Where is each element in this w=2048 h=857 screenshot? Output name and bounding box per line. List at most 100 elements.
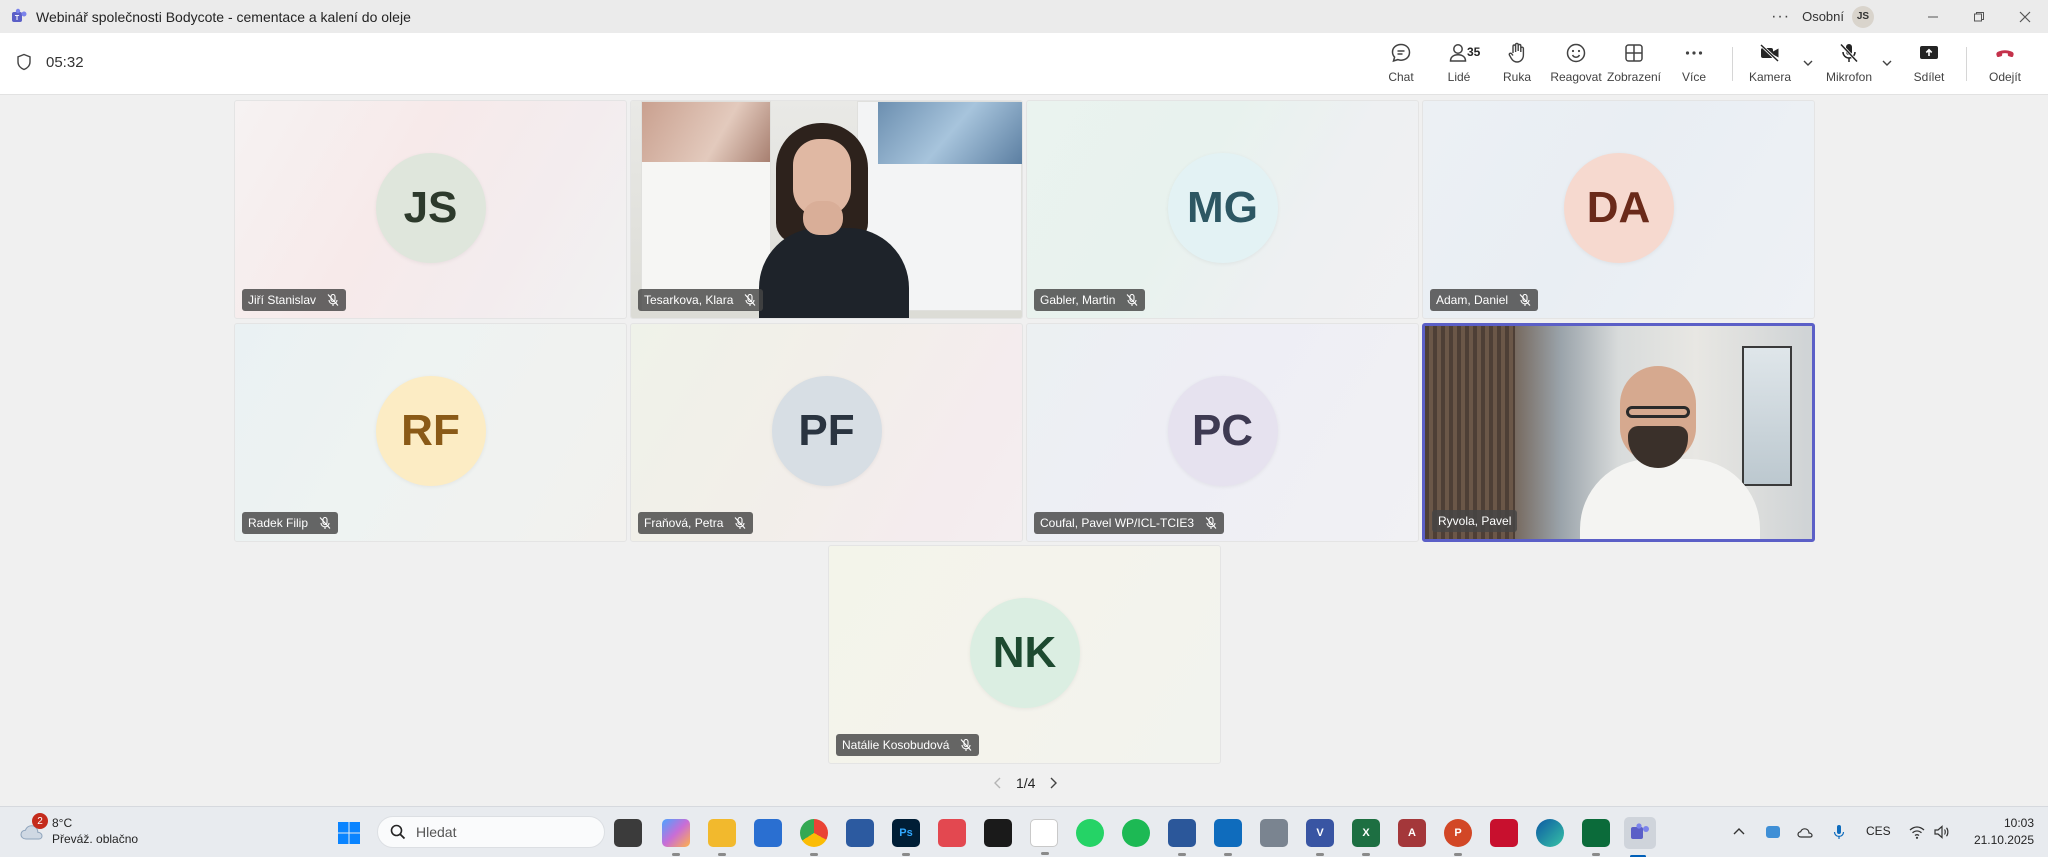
participant-name-tag: Fraňová, Petra (638, 512, 754, 534)
windows-taskbar: 2 8°C Převáž. oblačno Ps V X A P CES (0, 806, 2048, 857)
excel-icon[interactable]: X (1352, 819, 1380, 856)
camera-off-icon (1759, 43, 1780, 63)
microphone-button[interactable]: Mikrofon (1820, 41, 1878, 89)
participant-avatar: PC (1167, 375, 1278, 486)
chrome-icon[interactable] (800, 819, 828, 856)
participant-tile[interactable]: DA Adam, Daniel (1422, 100, 1815, 319)
participant-name-tag: Ryvola, Pavel (1432, 510, 1518, 532)
participant-name-tag: Coufal, Pavel WP/ICL-TCIE3 (1034, 512, 1225, 534)
restore-icon (1974, 11, 1984, 21)
leave-button[interactable]: Odejít (1976, 41, 2034, 89)
participant-tile[interactable]: MG Gabler, Martin (1026, 100, 1419, 319)
toolbar-divider-2 (1966, 47, 1967, 81)
visio-icon[interactable]: V (1306, 819, 1334, 856)
photoshop-icon[interactable]: Ps (892, 819, 920, 856)
copilot-icon[interactable] (662, 819, 690, 856)
show-hidden-icons-chevron-icon[interactable] (1730, 823, 1748, 841)
close-window-button[interactable] (2002, 0, 2048, 33)
microphone-label: Mikrofon (1825, 70, 1872, 84)
mic-muted-icon (319, 516, 331, 529)
restore-button[interactable] (1956, 0, 2002, 33)
minimize-button[interactable] (1910, 0, 1956, 33)
more-options-button[interactable]: ··· (1771, 8, 1790, 26)
clock-date: 21.10.2025 (1973, 833, 2034, 847)
chat-button[interactable]: Chat (1372, 41, 1430, 89)
participant-tile[interactable]: PC Coufal, Pavel WP/ICL-TCIE3 (1026, 323, 1419, 542)
word-online-icon[interactable] (1168, 819, 1196, 856)
people-button[interactable]: 35 Lidé (1430, 41, 1488, 89)
participant-video (631, 101, 1022, 318)
camtasia-icon[interactable] (1582, 819, 1610, 856)
teams-taskbar-icon[interactable] (1624, 817, 1656, 857)
pdf-app-icon[interactable] (1490, 819, 1518, 847)
teams-app-icon: T (12, 8, 27, 22)
next-page-icon[interactable] (1045, 775, 1061, 791)
microphone-options-chevron-icon[interactable] (1879, 55, 1895, 71)
share-button[interactable]: Sdílet (1900, 41, 1958, 89)
whatsapp-icon[interactable] (1076, 819, 1104, 847)
view-button[interactable]: Zobrazení (1605, 41, 1663, 89)
camera-options-chevron-icon[interactable] (1800, 55, 1816, 71)
search-icon (390, 824, 406, 840)
acrobat-icon[interactable] (984, 819, 1012, 847)
hang-up-icon (1996, 50, 2014, 58)
temperature: 8°C (52, 816, 73, 830)
participant-name-tag: Natálie Kosobudová (836, 734, 980, 756)
calculator-icon[interactable] (1260, 819, 1288, 847)
system-clock[interactable]: 10:03 21.10.2025 (1974, 815, 2034, 849)
previous-page-icon[interactable] (990, 775, 1006, 791)
elapsed-time: 05:32 (46, 53, 84, 71)
participant-tile[interactable]: NK Natálie Kosobudová (828, 545, 1221, 764)
file-explorer-icon[interactable] (708, 819, 736, 856)
toolbar-divider (1732, 47, 1733, 81)
window-title: Webinář společnosti Bodycote - cementace… (36, 8, 411, 25)
profile-avatar[interactable]: JS (1852, 5, 1874, 28)
access-icon[interactable]: A (1398, 819, 1426, 847)
save-app-icon[interactable] (846, 819, 874, 847)
volume-icon[interactable] (1932, 823, 1950, 841)
mic-muted-icon (327, 293, 339, 306)
participant-tile[interactable]: RF Radek Filip (234, 323, 627, 542)
mic-muted-icon (1205, 516, 1217, 529)
participant-video-tile[interactable]: Tesarkova, Klara (630, 100, 1023, 319)
participant-name-tag: Radek Filip (242, 512, 339, 534)
meeting-timer: 05:32 (16, 53, 84, 71)
windows-start-icon[interactable] (337, 821, 361, 845)
active-speaker-video-tile[interactable]: Ryvola, Pavel (1422, 323, 1815, 542)
camera-button[interactable]: Kamera (1741, 41, 1799, 89)
microphone-off-icon (1839, 43, 1859, 63)
edge-icon[interactable] (1536, 819, 1564, 847)
raise-hand-button[interactable]: Ruka (1488, 41, 1546, 89)
taskbar-search[interactable] (377, 816, 605, 848)
emoji-icon (1566, 43, 1586, 63)
mic-muted-icon (744, 293, 756, 306)
input-language[interactable]: CES (1866, 824, 1891, 838)
view-label: Zobrazení (1606, 70, 1662, 84)
participant-tile[interactable]: JS Jiří Stanislav (234, 100, 627, 319)
participant-name-tag: Adam, Daniel (1430, 289, 1539, 311)
snipping-tool-icon[interactable] (1030, 819, 1058, 855)
participant-name: Fraňová, Petra (644, 516, 724, 530)
wifi-icon[interactable] (1908, 823, 1926, 841)
share-label: Sdílet (1913, 70, 1945, 84)
participant-tile[interactable]: PF Fraňová, Petra (630, 323, 1023, 542)
spotify-icon[interactable] (1122, 819, 1150, 847)
more-button[interactable]: Více (1665, 41, 1723, 89)
minimize-icon (1928, 16, 1938, 17)
powerpoint-icon[interactable]: P (1444, 819, 1472, 856)
weather-widget[interactable]: 2 8°C Převáž. oblačno (18, 813, 139, 847)
microphone-tray-icon[interactable] (1830, 823, 1848, 841)
task-view-icon[interactable] (614, 819, 642, 847)
search-input[interactable] (416, 824, 586, 840)
weather-description: Převáž. oblačno (52, 832, 139, 846)
shield-icon (17, 53, 31, 71)
profile-label[interactable]: Osobní (1802, 9, 1844, 24)
leave-label: Odejít (1988, 70, 2021, 84)
creative-cloud-icon[interactable] (938, 819, 966, 847)
onedrive-cloud-icon[interactable] (1796, 823, 1814, 841)
participant-name: Adam, Daniel (1436, 293, 1509, 307)
outlook-icon[interactable] (1214, 819, 1242, 856)
react-button[interactable]: Reagovat (1547, 41, 1605, 89)
sync-app-icon[interactable] (1764, 823, 1782, 841)
microsoft-store-icon[interactable] (754, 819, 782, 847)
